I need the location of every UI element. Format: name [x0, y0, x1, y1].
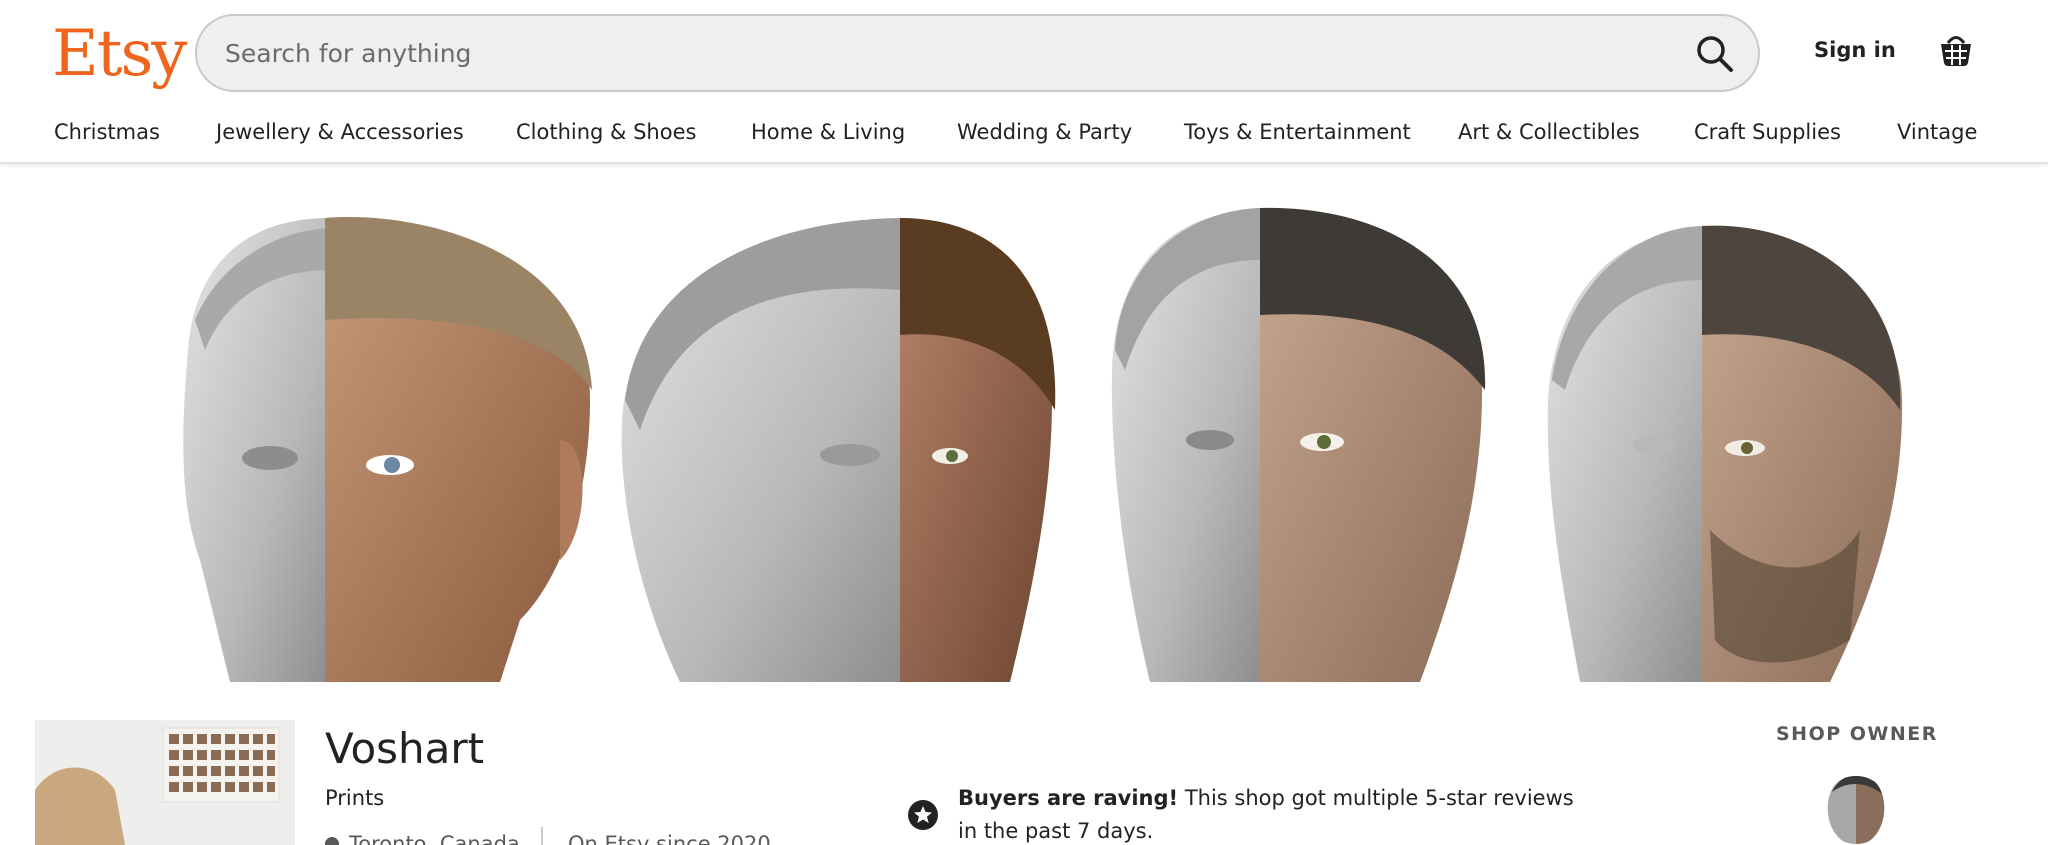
- shop-name: Voshart: [325, 724, 485, 773]
- shop-owner-avatar[interactable]: [1822, 770, 1890, 845]
- nav-item-vintage[interactable]: Vintage: [1897, 120, 1977, 144]
- shop-location: Toronto, Canada: [322, 832, 520, 845]
- nav-item-home-living[interactable]: Home & Living: [751, 120, 905, 144]
- category-nav: Christmas Jewellery & Accessories Clothi…: [0, 108, 2048, 164]
- site-header: Etsy Sign in: [0, 0, 2048, 108]
- buyers-raving-message: Buyers are raving! This shop got multipl…: [958, 782, 1598, 845]
- search-icon: [1697, 36, 1733, 72]
- owner-avatar-image: [1822, 776, 1890, 844]
- shop-owner-label: SHOP OWNER: [1776, 723, 1938, 745]
- shop-category: Prints: [325, 786, 385, 810]
- etsy-logo[interactable]: Etsy: [52, 14, 187, 94]
- basket-icon: [1941, 36, 1971, 66]
- search-bar: [195, 14, 1760, 92]
- cart-button[interactable]: [1937, 30, 1975, 68]
- nav-item-wedding-party[interactable]: Wedding & Party: [957, 120, 1132, 144]
- raving-title: Buyers are raving!: [958, 786, 1179, 810]
- search-button[interactable]: [1694, 33, 1736, 75]
- shop-location-text: Toronto, Canada: [349, 832, 520, 845]
- nav-item-toys[interactable]: Toys & Entertainment: [1184, 120, 1411, 144]
- nav-item-jewellery[interactable]: Jewellery & Accessories: [216, 120, 464, 144]
- divider: [541, 827, 543, 845]
- nav-item-clothing[interactable]: Clothing & Shoes: [516, 120, 696, 144]
- nav-item-craft-supplies[interactable]: Craft Supplies: [1694, 120, 1841, 144]
- location-pin-icon: [322, 834, 342, 845]
- nav-item-christmas[interactable]: Christmas: [54, 120, 160, 144]
- shop-banner: [0, 200, 2048, 682]
- star-badge-icon: [907, 799, 939, 831]
- search-input[interactable]: [225, 16, 1645, 90]
- shop-since: On Etsy since 2020: [568, 832, 771, 845]
- nav-item-art-collectibles[interactable]: Art & Collectibles: [1458, 120, 1640, 144]
- sign-in-link[interactable]: Sign in: [1814, 38, 1896, 62]
- shop-thumbnail-graphic: [35, 720, 295, 845]
- banner-image: [183, 207, 1903, 682]
- shop-icon-image[interactable]: [35, 720, 295, 845]
